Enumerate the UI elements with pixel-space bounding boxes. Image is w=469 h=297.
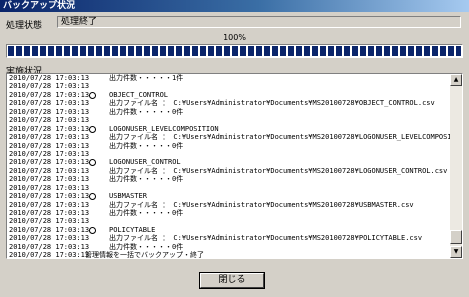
window-title: バックアップ状況 <box>0 0 469 12</box>
scroll-down-arrow-icon[interactable]: ▼ <box>450 246 462 258</box>
log-timestamp: 2010/07/28 17:03:13 <box>9 82 90 91</box>
log-timestamp: 2010/07/28 17:03:13 <box>9 124 90 133</box>
scroll-thumb[interactable] <box>450 230 462 244</box>
progress-percent: 100% <box>223 33 246 42</box>
log-message: LOGONUSER_CONTROL <box>109 158 181 167</box>
log-lines: 2010/07/28 17:03:13 出力件数・・・・・1件 2010/07/28… <box>7 74 462 259</box>
log-timestamp: 2010/07/28 17:03:13 <box>9 242 90 251</box>
log-message: 出力ファイル名 ： C:¥Users¥Administrator¥Documen… <box>109 133 463 142</box>
circle-bullet-icon <box>89 91 96 99</box>
log-timestamp: 2010/07/28 17:03:13 <box>9 107 90 116</box>
log-line: 2010/07/28 17:03:13 <box>7 116 450 124</box>
log-timestamp: 2010/07/28 17:03:13 <box>9 74 90 82</box>
log-timestamp: 2010/07/28 17:03:13 <box>9 166 90 175</box>
log-message: 出力ファイル名 ： C:¥Users¥Administrator¥Documen… <box>109 234 423 243</box>
log-line: 2010/07/28 17:03:13 出力件数・・・・・0件 <box>7 108 450 116</box>
log-line: 2010/07/28 17:03:13 出力ファイル名 ： C:¥Users¥Ad… <box>7 99 450 107</box>
log-timestamp: 2010/07/28 17:03:13 <box>9 200 90 209</box>
log-message: 管理情報を一括でバックアップ・終了 <box>85 251 204 259</box>
log-message: 出力ファイル名 ： C:¥Users¥Administrator¥Documen… <box>109 166 448 175</box>
log-message: 出力件数・・・・・0件 <box>109 107 184 116</box>
log-timestamp: 2010/07/28 17:03:13 <box>9 217 90 226</box>
log-timestamp: 2010/07/28 17:03:13 <box>9 192 90 201</box>
log-message: 出力ファイル名 ： C:¥Users¥Administrator¥Documen… <box>109 200 414 209</box>
log-line: 2010/07/28 17:03:13 出力件数・・・・・0件 <box>7 243 450 251</box>
log-timestamp: 2010/07/28 17:03:13 <box>9 149 90 158</box>
circle-bullet-icon <box>89 125 96 133</box>
log-line: 2010/07/28 17:03:13 LOGONUSER_CONTROL <box>7 158 450 167</box>
circle-bullet-icon <box>89 193 96 201</box>
log-timestamp: 2010/07/28 17:03:13 <box>9 99 90 108</box>
log-line: 2010/07/28 17:03:13 <box>7 150 450 158</box>
log-line: 2010/07/28 17:03:13 USBMASTER <box>7 192 450 201</box>
log-message: 出力ファイル名 ： C:¥Users¥Administrator¥Documen… <box>109 99 435 108</box>
status-value: 処理終了 <box>57 16 461 28</box>
log-timestamp: 2010/07/28 17:03:13 <box>9 116 90 125</box>
log-timestamp: 2010/07/28 17:03:13 <box>9 158 90 167</box>
progress-fill <box>8 46 461 56</box>
log-timestamp: 2010/07/28 17:03:13 <box>9 175 90 184</box>
log-timestamp: 2010/07/28 17:03:13 <box>9 183 90 192</box>
vertical-scrollbar[interactable]: ▲ ▼ <box>450 74 462 258</box>
log-line: 2010/07/28 17:03:13 <box>7 184 450 192</box>
log-timestamp: 2010/07/28 17:03:13 <box>9 225 90 234</box>
log-line: 2010/07/28 17:03:13 出力件数・・・・・0件 <box>7 142 450 150</box>
log-line: 2010/07/28 17:03:13 出力ファイル名 ： C:¥Users¥Ad… <box>7 167 450 175</box>
log-line: 2010/07/28 17:03:13 <box>7 82 450 90</box>
log-line: 2010/07/28 17:03:13 出力件数・・・・・0件 <box>7 209 450 217</box>
scroll-up-arrow-icon[interactable]: ▲ <box>450 74 462 86</box>
log-list[interactable]: 2010/07/28 17:03:13 出力件数・・・・・1件 2010/07/28… <box>6 73 463 259</box>
circle-bullet-icon <box>89 226 96 234</box>
log-timestamp: 2010/07/28 17:03:13 <box>9 133 90 142</box>
log-message: LOGONUSER_LEVELCOMPOSITION <box>109 124 219 133</box>
log-line: 2010/07/28 17:03:13 出力件数・・・・・0件 <box>7 175 450 183</box>
circle-bullet-icon <box>89 159 96 167</box>
log-line: 2010/07/28 17:03:13 出力ファイル名 ： C:¥Users¥Ad… <box>7 234 450 242</box>
log-line: 2010/07/28 17:03:13 出力ファイル名 ： C:¥Users¥Ad… <box>7 133 462 142</box>
log-line: 2010/07/28 17:03:13 管理情報を一括でバックアップ・終了 <box>7 251 450 259</box>
log-message: 出力件数・・・・・0件 <box>109 209 184 217</box>
close-button[interactable]: 閉じる <box>199 272 265 289</box>
log-message: 出力件数・・・・・0件 <box>109 242 184 251</box>
log-timestamp: 2010/07/28 17:03:13 <box>9 251 90 259</box>
log-timestamp: 2010/07/28 17:03:13 <box>9 234 90 243</box>
log-message: 出力件数・・・・・0件 <box>109 141 184 150</box>
status-label: 処理状態 <box>6 21 43 31</box>
log-message: USBMASTER <box>109 192 147 201</box>
log-message: 出力件数・・・・・0件 <box>109 175 184 184</box>
progress-bar <box>6 44 463 58</box>
log-line: 2010/07/28 17:03:13 出力ファイル名 ： C:¥Users¥Ad… <box>7 201 450 209</box>
log-line: 2010/07/28 17:03:13 出力件数・・・・・1件 <box>7 74 450 82</box>
log-timestamp: 2010/07/28 17:03:13 <box>9 141 90 150</box>
log-line: 2010/07/28 17:03:13 <box>7 217 450 225</box>
log-line: 2010/07/28 17:03:13 LOGONUSER_LEVELCOMPOS… <box>7 125 450 133</box>
log-timestamp: 2010/07/28 17:03:13 <box>9 90 90 99</box>
log-message: 出力件数・・・・・1件 <box>109 74 184 82</box>
log-timestamp: 2010/07/28 17:03:13 <box>9 209 90 217</box>
